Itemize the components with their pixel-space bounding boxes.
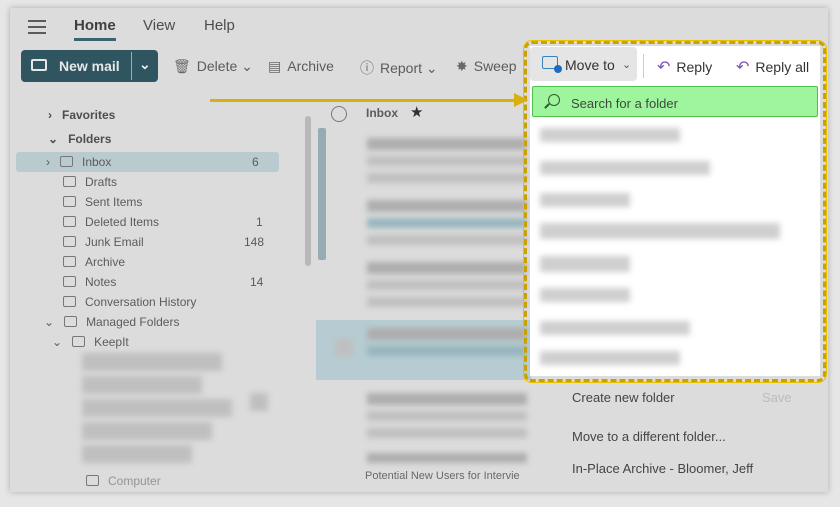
split-divider: [131, 52, 132, 80]
blurred-folder: [82, 376, 202, 394]
list-item-preview: [367, 346, 527, 356]
list-item-preview: [367, 280, 527, 290]
blurred-count: [250, 393, 268, 411]
trash-icon: 🗑: [173, 58, 191, 74]
sidebar-item-junk-email[interactable]: Junk Email: [63, 235, 144, 249]
list-item-subject[interactable]: Potential New Users for Intervie: [365, 470, 520, 482]
sidebar-item-computer[interactable]: Computer: [86, 474, 161, 488]
send-icon: [63, 196, 76, 207]
annotation-arrow: [210, 93, 528, 107]
list-item[interactable]: [367, 138, 527, 150]
list-item-preview: [367, 297, 527, 307]
archive-button[interactable]: ▤ Archive: [268, 58, 334, 75]
trash-icon: [63, 216, 76, 227]
folder-icon: [64, 316, 78, 327]
broom-icon: ✸: [456, 58, 468, 74]
sidebar-item-conversation-history[interactable]: Conversation History: [63, 295, 196, 309]
junk-email-count: 148: [244, 235, 265, 249]
chevron-down-icon[interactable]: ⌄: [139, 56, 151, 73]
tab-help[interactable]: Help: [204, 17, 235, 34]
list-item-preview: [367, 428, 527, 438]
tab-view[interactable]: View: [143, 17, 175, 34]
list-item-preview: [367, 156, 527, 166]
favorites-header[interactable]: › Favorites: [48, 108, 115, 122]
list-item[interactable]: [367, 453, 527, 463]
sidebar-item-managed-folders[interactable]: ⌄ Managed Folders: [44, 315, 179, 329]
inbox-count: 6: [252, 155, 259, 169]
list-header-title: Inbox: [366, 106, 398, 120]
create-new-folder-button[interactable]: Create new folder: [572, 390, 675, 405]
blurred-folder: [82, 399, 232, 417]
hamburger-menu-icon[interactable]: [28, 20, 46, 34]
blurred-folder: [82, 353, 222, 371]
list-item-preview: [367, 235, 527, 245]
list-scroll-indicator[interactable]: [318, 128, 326, 260]
avatar: [335, 338, 353, 356]
notes-icon: [63, 276, 76, 287]
list-item[interactable]: [367, 262, 527, 274]
blurred-folder: [82, 445, 192, 463]
report-icon: ⓘ: [360, 60, 374, 76]
folders-header[interactable]: ⌄ Folders: [48, 132, 111, 146]
new-mail-button[interactable]: New mail ⌄: [21, 50, 158, 82]
sidebar-item-keepit[interactable]: ⌄ KeepIt: [52, 335, 129, 349]
folder-icon: [63, 296, 76, 307]
sidebar-scrollbar[interactable]: [305, 116, 311, 266]
in-place-archive-item[interactable]: In-Place Archive - Bloomer, Jeff: [572, 461, 753, 476]
sidebar-item-inbox[interactable]: › Inbox: [46, 155, 111, 169]
sidebar-item-archive[interactable]: Archive: [63, 255, 125, 269]
tab-home[interactable]: Home: [74, 17, 116, 41]
highlight-outline: [524, 41, 826, 382]
list-item[interactable]: [367, 393, 527, 405]
move-to-different-folder-item[interactable]: Move to a different folder...: [572, 429, 726, 444]
list-item[interactable]: [367, 200, 527, 212]
sidebar-item-drafts[interactable]: Drafts: [63, 175, 117, 189]
inbox-icon: [60, 156, 73, 167]
notes-count: 14: [250, 275, 264, 289]
menu-divider: [570, 421, 806, 422]
delete-button[interactable]: 🗑 Delete ⌄: [173, 58, 253, 75]
sidebar-item-notes[interactable]: Notes: [63, 275, 116, 289]
star-icon[interactable]: ★: [410, 103, 423, 121]
report-button[interactable]: ⓘ Report ⌄: [360, 58, 438, 78]
archive-icon: [63, 256, 76, 267]
list-item: [367, 328, 527, 340]
deleted-items-count: 1: [256, 215, 263, 229]
list-item-preview: [367, 173, 527, 183]
sidebar-item-sent-items[interactable]: Sent Items: [63, 195, 142, 209]
folder-icon: [72, 336, 86, 347]
archive-icon: ▤: [268, 58, 282, 74]
list-item-preview: [367, 218, 527, 228]
select-all-checkbox[interactable]: [331, 106, 347, 122]
sidebar-item-deleted-items[interactable]: Deleted Items: [63, 215, 159, 229]
sweep-button[interactable]: ✸ Sweep: [456, 58, 517, 75]
junk-icon: [63, 236, 76, 247]
folder-icon: [86, 475, 99, 486]
save-button[interactable]: Save: [762, 390, 792, 405]
mail-icon: [31, 59, 47, 71]
blurred-folder: [82, 422, 212, 440]
drafts-icon: [63, 176, 76, 187]
list-item-preview: [367, 411, 527, 421]
